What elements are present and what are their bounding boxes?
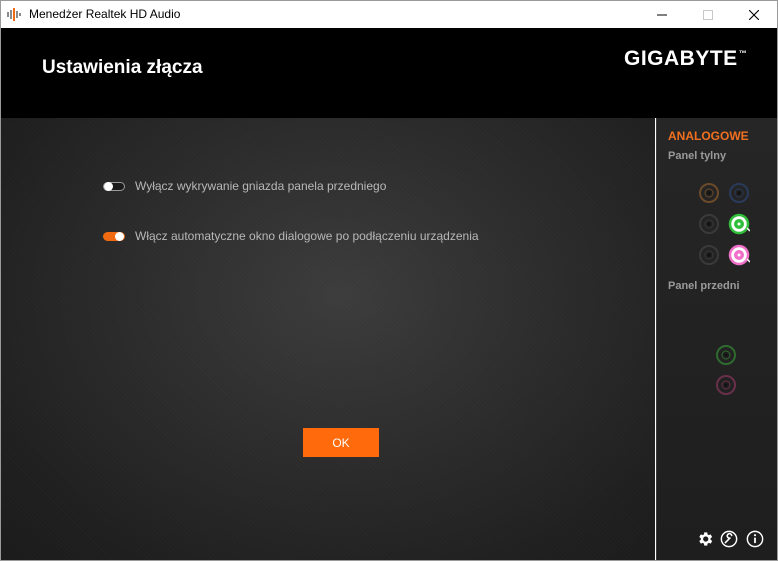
page-title: Ustawienia złącza (42, 57, 203, 78)
rear-jack[interactable] (728, 244, 751, 266)
window-title: Menedżer Realtek HD Audio (29, 7, 181, 21)
rear-jack[interactable] (728, 213, 751, 235)
option-auto-popup-dialog[interactable]: Włącz automatyczne okno dialogowe po pod… (103, 229, 479, 243)
rear-panel-label: Panel tylny (668, 150, 727, 162)
front-jack[interactable] (715, 344, 737, 366)
minimize-icon (657, 14, 667, 15)
maximize-icon (703, 9, 713, 20)
ok-button[interactable]: OK (303, 428, 379, 457)
trademark-mark: ™ (738, 49, 748, 58)
toggle-switch-off[interactable] (103, 181, 125, 191)
option-disable-front-jack-detection[interactable]: Wyłącz wykrywanie gniazda panela przedni… (103, 179, 386, 193)
settings-button[interactable] (695, 529, 715, 549)
close-button[interactable] (731, 1, 777, 28)
gigabyte-logo: GIGABYTE™ (624, 47, 747, 71)
main-content: Wyłącz wykrywanie gniazda panela przedni… (1, 118, 655, 560)
info-icon (746, 530, 764, 548)
gear-icon (699, 532, 713, 546)
front-jack[interactable] (715, 374, 737, 396)
rear-jack[interactable] (728, 182, 750, 204)
brand-name: GIGABYTE (624, 47, 738, 70)
title-bar[interactable]: Menedżer Realtek HD Audio (1, 1, 777, 28)
minimize-button[interactable] (639, 1, 685, 28)
option-label: Wyłącz wykrywanie gniazda panela przedni… (135, 179, 387, 193)
toggle-knob (104, 181, 113, 191)
toggle-switch-on[interactable] (103, 231, 125, 241)
rear-jack[interactable] (698, 244, 720, 266)
maximize-button[interactable] (685, 1, 731, 28)
wrench-icon (720, 530, 738, 548)
tools-button[interactable] (719, 529, 739, 549)
front-panel-label: Panel przedni (668, 280, 740, 292)
section-title-analog: ANALOGOWE (668, 129, 749, 143)
realtek-window: Menedżer Realtek HD Audio Ustawienia złą… (0, 0, 778, 561)
rear-jack[interactable] (698, 213, 720, 235)
info-button[interactable] (745, 529, 765, 549)
speaker-app-icon (7, 8, 21, 21)
option-label: Włącz automatyczne okno dialogowe po pod… (135, 229, 479, 243)
close-icon (749, 9, 759, 20)
toggle-knob (115, 231, 124, 241)
connector-side-panel: ANALOGOWE Panel tylny Panel przedni (656, 118, 777, 560)
header-band: Ustawienia złącza GIGABYTE™ (1, 28, 777, 118)
rear-jack[interactable] (698, 182, 720, 204)
